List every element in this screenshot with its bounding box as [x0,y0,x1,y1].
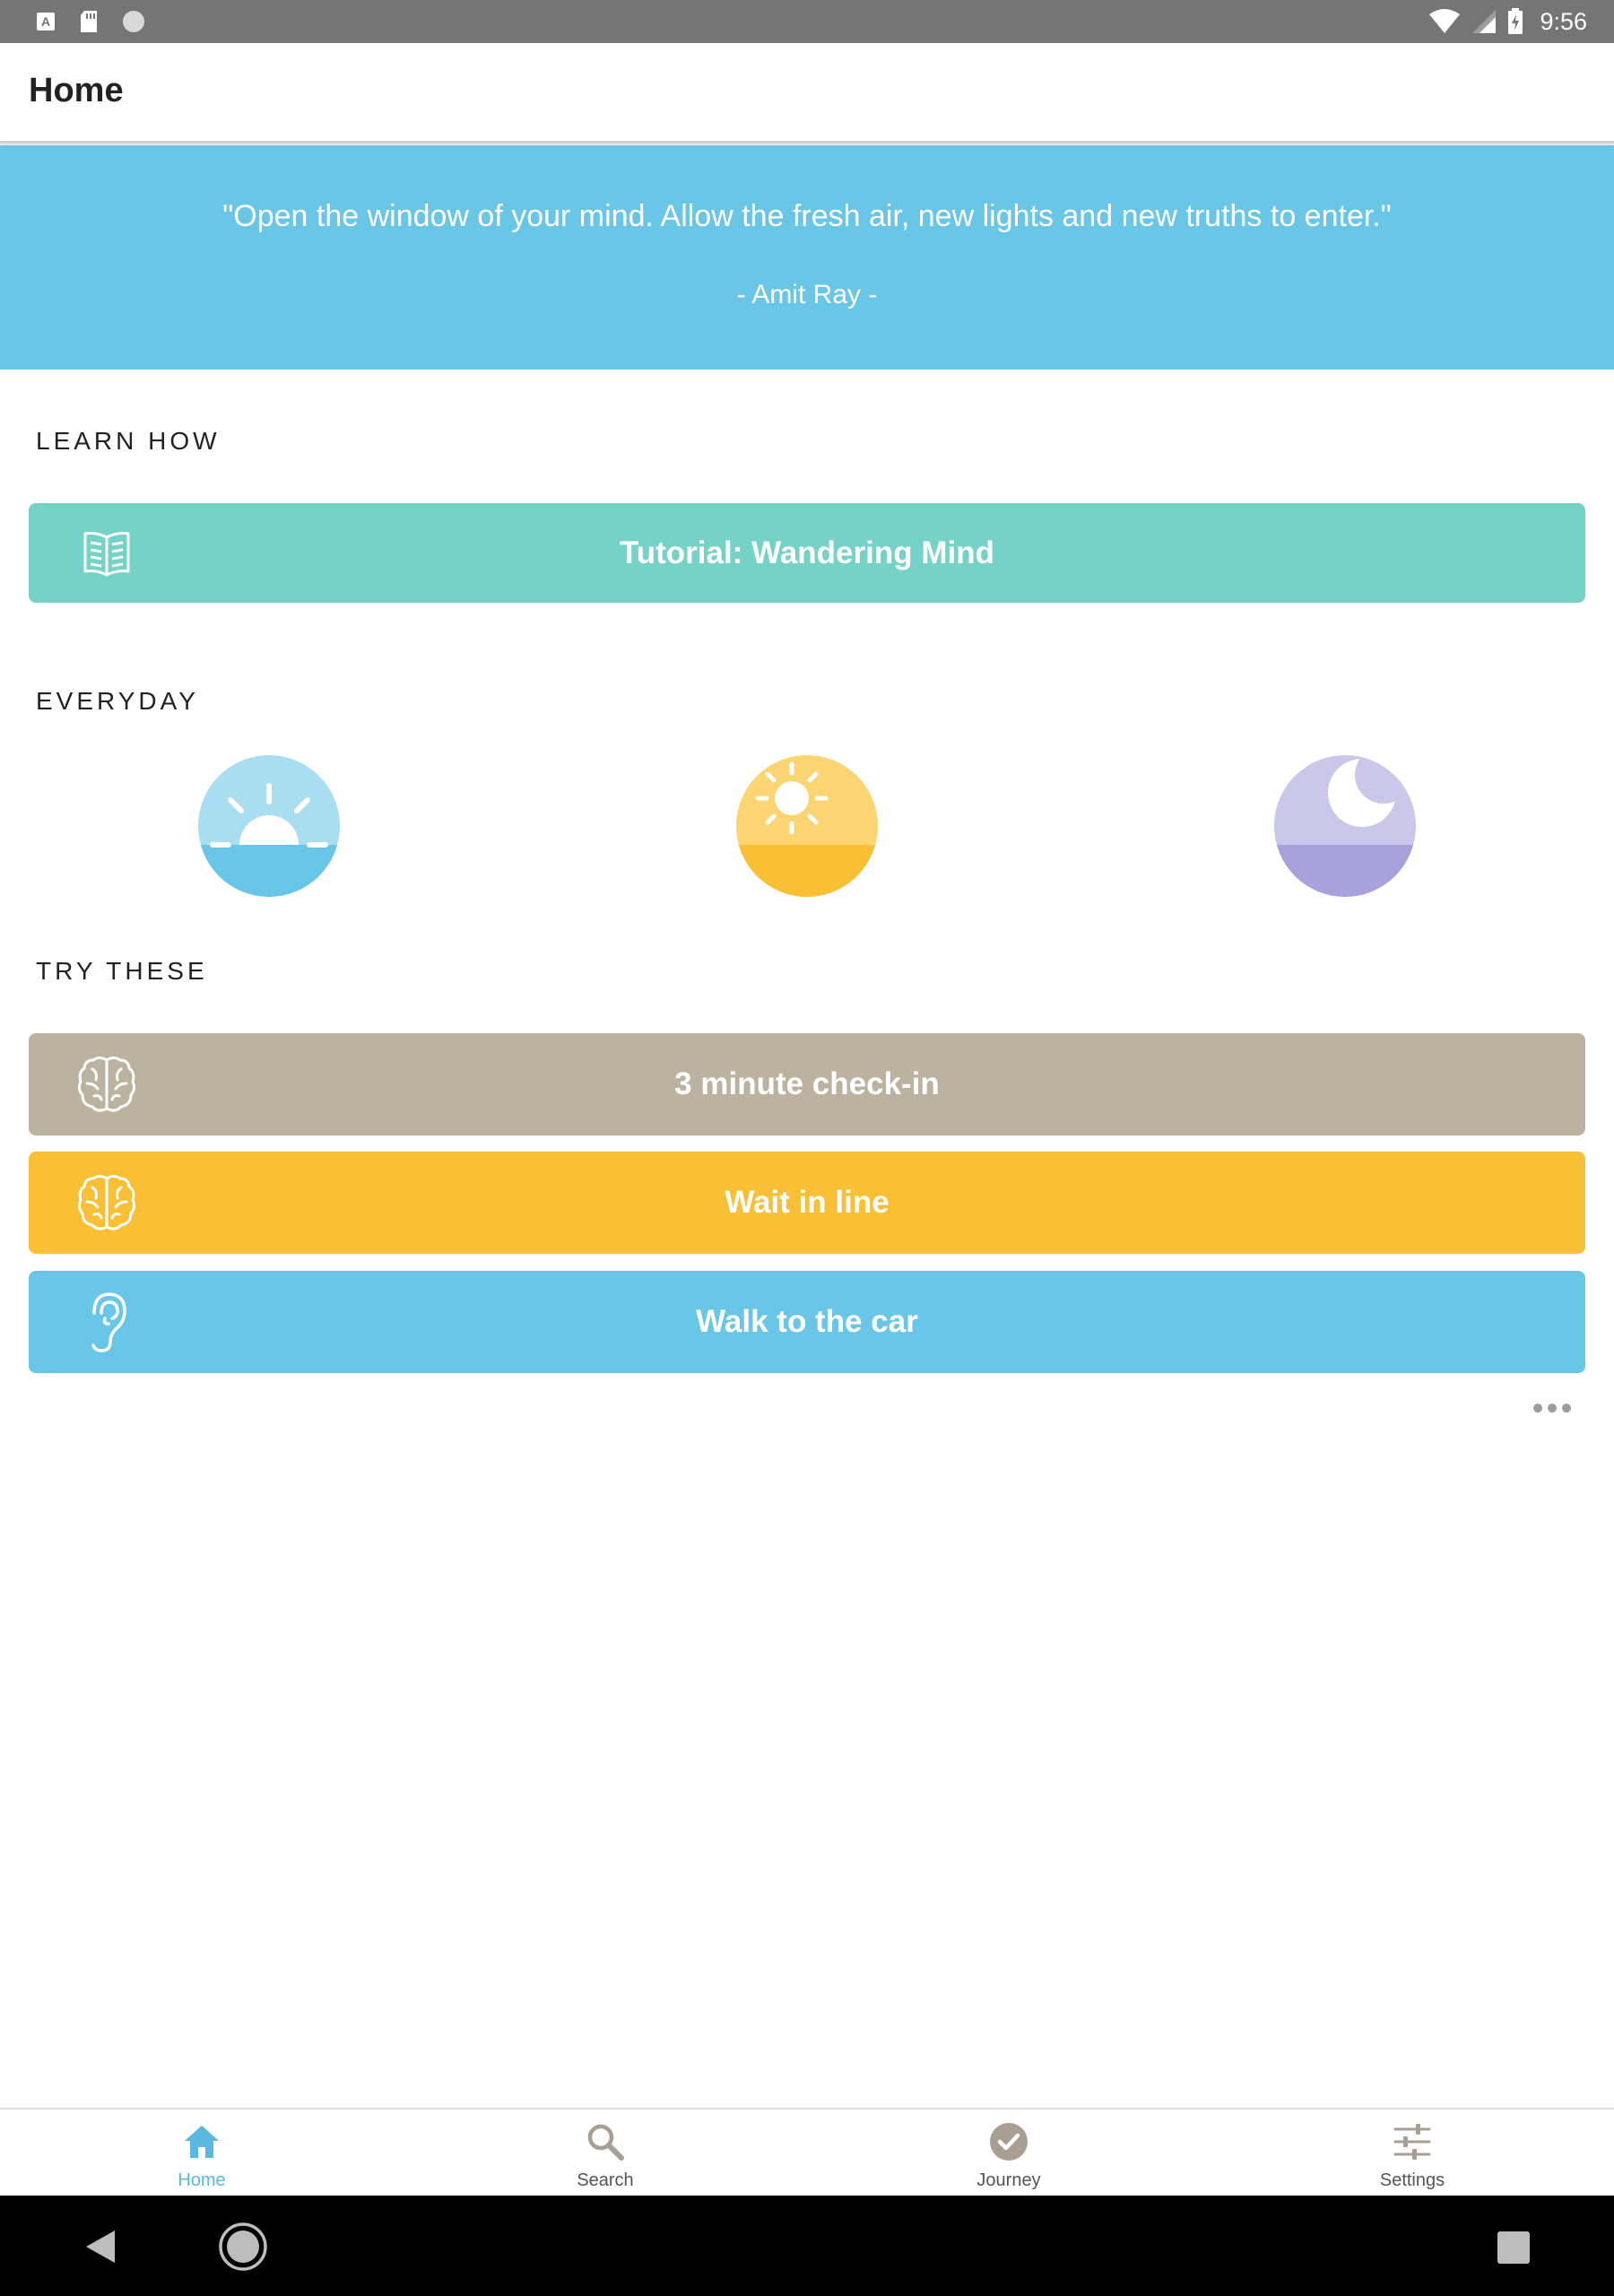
battery-charging-icon [1508,8,1523,34]
wait-in-line-button-label: Wait in line [725,1185,889,1220]
search-icon [587,2124,624,2161]
check-circle-icon [990,2123,1028,2161]
page-title: Home [29,72,124,109]
tutorial-button-label: Tutorial: Wandering Mind [619,535,994,570]
quote-banner: "Open the window of your mind. Allow the… [0,145,1614,370]
status-right-icons: 9:56 [1428,0,1587,43]
try-these-heading: TRY THESE [36,957,208,985]
daytime-meditation-button[interactable] [736,755,878,897]
wait-in-line-button[interactable]: Wait in line [29,1152,1585,1254]
circle-icon [123,11,144,32]
ear-icon [74,1289,140,1355]
brain-icon [74,1170,140,1236]
evening-meditation-button[interactable] [1274,755,1416,897]
back-icon[interactable] [82,2229,118,2265]
checkin-button[interactable]: 3 minute check-in [29,1033,1585,1135]
app-bar: Home [0,43,1614,144]
bottom-nav: Home Search Journey Settings [0,2108,1614,2196]
brain-icon [74,1051,140,1118]
nav-home-label: Home [178,2170,226,2190]
text-a-icon: A [37,13,55,30]
cell-signal-icon [1472,10,1497,33]
tutorial-button[interactable]: Tutorial: Wandering Mind [29,503,1585,603]
learn-how-heading: LEARN HOW [36,427,221,455]
nav-journey-label: Journey [976,2170,1041,2190]
more-dot [1533,1404,1542,1413]
quote-author: - Amit Ray - [736,280,878,309]
home-icon [185,2126,219,2158]
status-time: 9:56 [1540,7,1587,35]
nav-settings-label: Settings [1379,2170,1445,2190]
nav-journey[interactable]: Journey [919,2109,1098,2197]
sd-card-icon [81,11,97,32]
moon-icon [1274,755,1416,897]
more-dot [1548,1404,1557,1413]
system-nav-bar [0,2196,1614,2296]
open-book-icon [74,520,140,587]
nav-home[interactable]: Home [112,2109,291,2197]
nav-search[interactable]: Search [516,2109,695,2197]
everyday-heading: EVERYDAY [36,687,199,715]
walk-to-car-button[interactable]: Walk to the car [29,1271,1585,1373]
checkin-button-label: 3 minute check-in [674,1066,940,1101]
status-left-icons: A [36,0,145,43]
sunrise-icon [198,755,340,897]
status-bar: A 9:56 [0,0,1614,43]
home-circle-icon[interactable] [218,2222,268,2272]
sliders-icon [1393,2124,1431,2160]
nav-settings[interactable]: Settings [1323,2109,1502,2197]
quote-text: "Open the window of your mind. Allow the… [222,199,1392,233]
more-dot [1562,1404,1571,1413]
more-horizontal-icon[interactable] [1533,1399,1571,1417]
walk-to-car-button-label: Walk to the car [696,1304,918,1339]
nav-search-label: Search [577,2170,634,2190]
svg-text:A: A [41,14,50,29]
sun-icon [736,755,878,897]
morning-meditation-button[interactable] [198,755,340,897]
wifi-icon [1429,9,1461,33]
recents-icon[interactable] [1497,2231,1530,2264]
